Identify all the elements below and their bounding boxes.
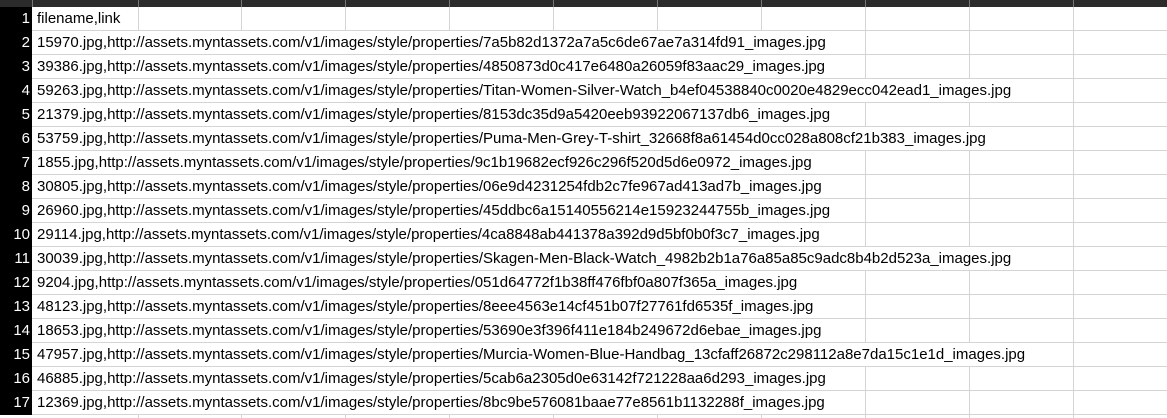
cell-a[interactable]: 47957.jpg,http://assets.myntassets.com/v… — [37, 343, 1025, 366]
table-row: 12 9204.jpg,http://assets.myntassets.com/… — [0, 271, 1167, 295]
table-row: 7 1855.jpg,http://assets.myntassets.com/v… — [0, 151, 1167, 175]
cell-a[interactable]: 59263.jpg,http://assets.myntassets.com/v… — [37, 79, 1011, 102]
table-row: 10 29114.jpg,http://assets.myntassets.com… — [0, 223, 1167, 247]
row-header[interactable]: 2 — [0, 31, 32, 55]
cell-a[interactable]: 46885.jpg,http://assets.myntassets.com/v… — [37, 367, 826, 390]
row-header[interactable]: 4 — [0, 79, 32, 103]
row-header[interactable]: 11 — [0, 247, 32, 271]
cell-a[interactable]: 12369.jpg,http://assets.myntassets.com/v… — [37, 391, 825, 414]
table-row: 6 53759.jpg,http://assets.myntassets.com/… — [0, 127, 1167, 151]
table-row: 16 46885.jpg,http://assets.myntassets.com… — [0, 367, 1167, 391]
cell-a[interactable]: 39386.jpg,http://assets.myntassets.com/v… — [37, 55, 825, 78]
row-header[interactable]: 8 — [0, 175, 32, 199]
row-header[interactable]: 13 — [0, 295, 32, 319]
row-header[interactable]: 5 — [0, 103, 32, 127]
table-row: 2 15970.jpg,http://assets.myntassets.com/… — [0, 31, 1167, 55]
cell-grid: 1 filename,link 2 15970.jpg,http://assets.m… — [0, 7, 1167, 418]
row-header[interactable]: 3 — [0, 55, 32, 79]
cell-a[interactable]: 9204.jpg,http://assets.myntassets.com/v1… — [37, 271, 797, 294]
table-row: 8 30805.jpg,http://assets.myntassets.com/… — [0, 175, 1167, 199]
table-row: 15 47957.jpg,http://assets.myntassets.com… — [0, 343, 1167, 367]
cell-a[interactable]: 30039.jpg,http://assets.myntassets.com/v… — [37, 247, 1011, 270]
row-header[interactable]: 7 — [0, 151, 32, 175]
table-row: 14 18653.jpg,http://assets.myntassets.com… — [0, 319, 1167, 343]
table-row: 5 21379.jpg,http://assets.myntassets.com/… — [0, 103, 1167, 127]
cell-a[interactable]: 21379.jpg,http://assets.myntassets.com/v… — [37, 103, 830, 126]
cell-a[interactable]: 1855.jpg,http://assets.myntassets.com/v1… — [37, 151, 812, 174]
table-row: 11 30039.jpg,http://assets.myntassets.com… — [0, 247, 1167, 271]
row-cells — [32, 7, 1167, 31]
cell-a[interactable]: 48123.jpg,http://assets.myntassets.com/v… — [37, 295, 813, 318]
cell-a[interactable]: 29114.jpg,http://assets.myntassets.com/v… — [37, 223, 820, 246]
table-row: 13 48123.jpg,http://assets.myntassets.com… — [0, 295, 1167, 319]
row-header[interactable]: 9 — [0, 199, 32, 223]
cell-a[interactable]: 53759.jpg,http://assets.myntassets.com/v… — [37, 127, 986, 150]
cell-a[interactable]: 26960.jpg,http://assets.myntassets.com/v… — [37, 199, 830, 222]
cell-a[interactable]: 18653.jpg,http://assets.myntassets.com/v… — [37, 319, 821, 342]
table-row: 4 59263.jpg,http://assets.myntassets.com/… — [0, 79, 1167, 103]
row-header[interactable]: 6 — [0, 127, 32, 151]
column-header-bar — [0, 0, 1167, 7]
row-header[interactable]: 14 — [0, 319, 32, 343]
cell-a[interactable]: filename,link — [37, 7, 120, 30]
spreadsheet: 1 filename,link 2 15970.jpg,http://assets.m… — [0, 0, 1167, 418]
row-header[interactable]: 17 — [0, 391, 32, 415]
table-row: 1 filename,link — [0, 7, 1167, 31]
row-header[interactable]: 10 — [0, 223, 32, 247]
table-row: 17 12369.jpg,http://assets.myntassets.com… — [0, 391, 1167, 415]
cell-a[interactable]: 30805.jpg,http://assets.myntassets.com/v… — [37, 175, 822, 198]
row-header[interactable]: 1 — [0, 7, 32, 31]
row-header[interactable]: 16 — [0, 367, 32, 391]
row-header[interactable]: 12 — [0, 271, 32, 295]
table-row: 9 26960.jpg,http://assets.myntassets.com/… — [0, 199, 1167, 223]
cell-a[interactable]: 15970.jpg,http://assets.myntassets.com/v… — [37, 31, 826, 54]
row-header[interactable]: 15 — [0, 343, 32, 367]
table-row: 3 39386.jpg,http://assets.myntassets.com/… — [0, 55, 1167, 79]
